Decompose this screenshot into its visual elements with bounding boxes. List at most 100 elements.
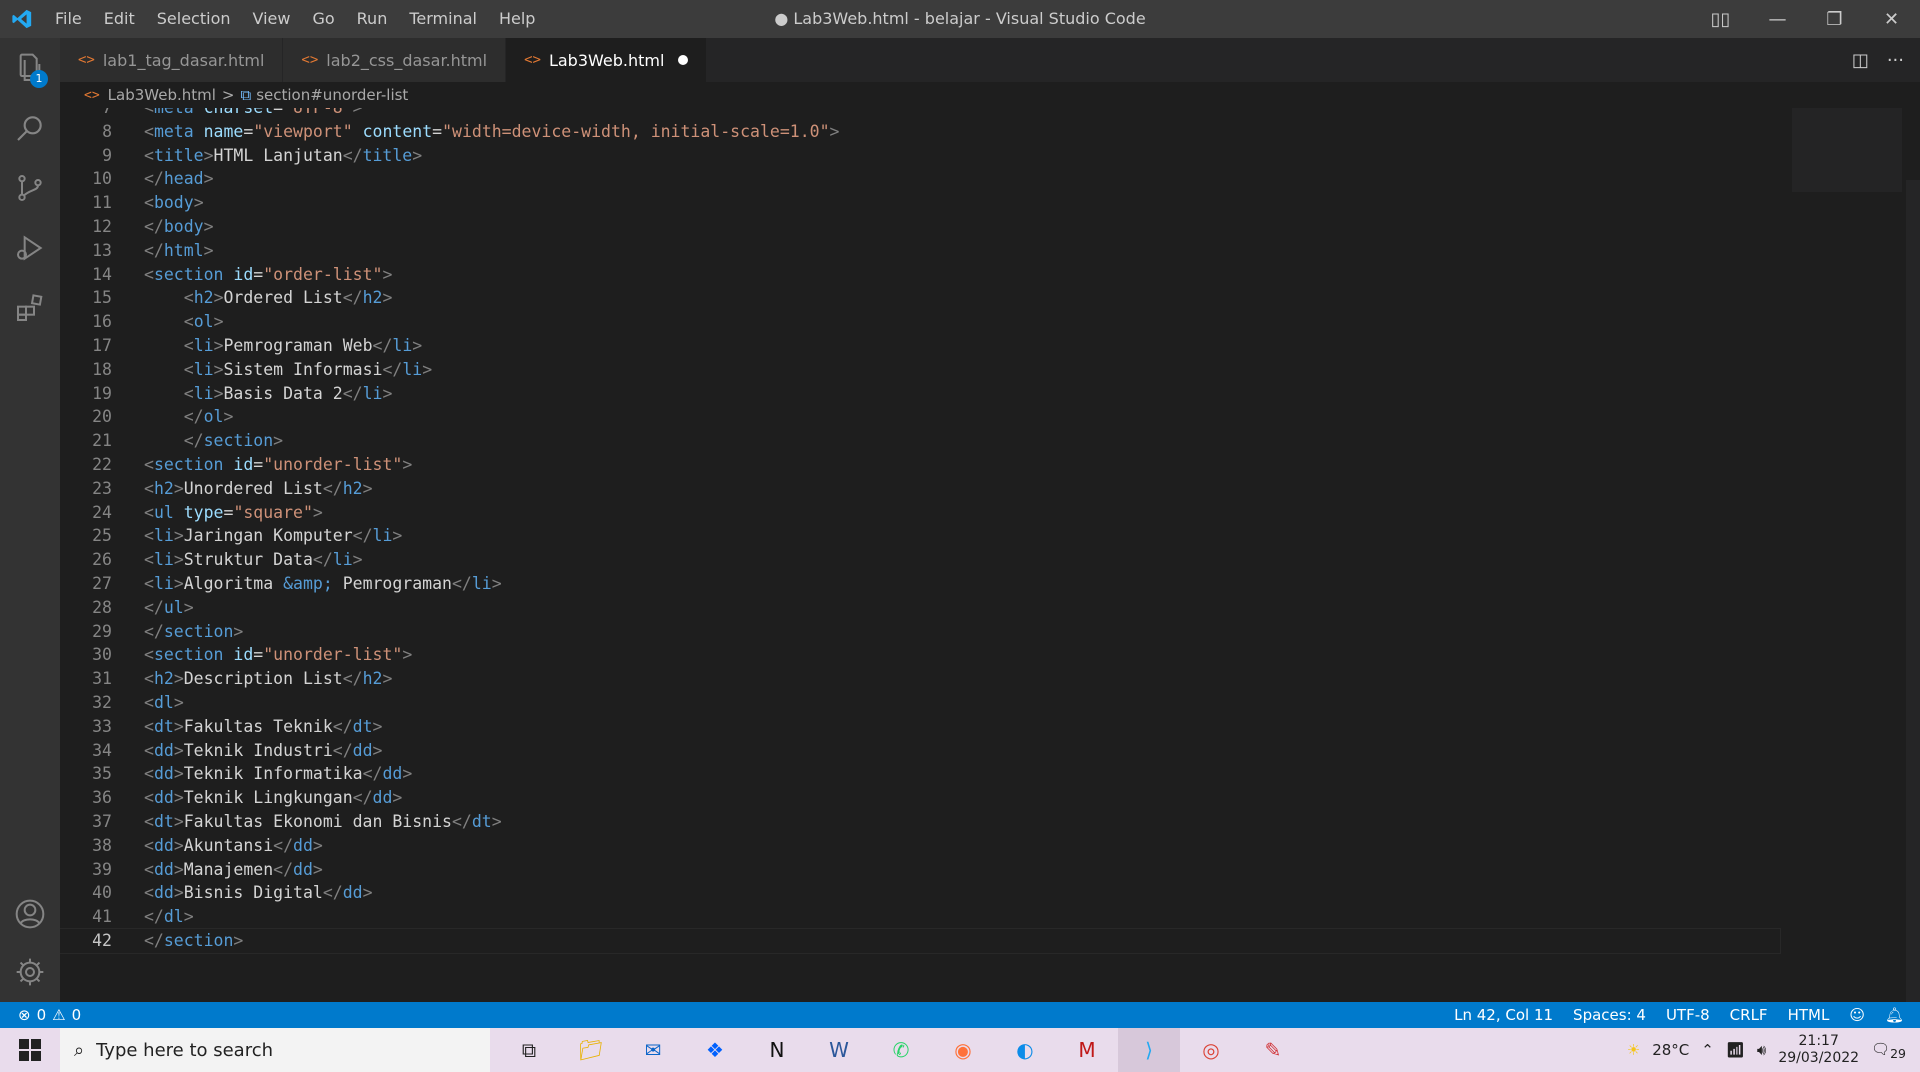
- code-line[interactable]: 7<meta charset="UTF-8">: [60, 108, 1780, 120]
- mail-icon[interactable]: ✉: [622, 1028, 684, 1072]
- menu-item-terminal[interactable]: Terminal: [398, 0, 488, 38]
- breadcrumb-file[interactable]: Lab3Web.html: [108, 86, 216, 104]
- code-line[interactable]: 17 <li>Pemrograman Web</li>: [60, 334, 1780, 358]
- tab-lab2[interactable]: <> lab2_css_dasar.html: [283, 38, 507, 82]
- file-explorer-icon[interactable]: 📁︎: [560, 1028, 622, 1072]
- code-line[interactable]: 16 <ol>: [60, 310, 1780, 334]
- notion-icon[interactable]: N: [746, 1028, 808, 1072]
- notifications-bell-icon[interactable]: 🔔︎: [1885, 1006, 1904, 1024]
- close-button[interactable]: ✕: [1863, 0, 1920, 38]
- chrome-icon[interactable]: ◎: [1180, 1028, 1242, 1072]
- edge-icon[interactable]: ◐: [994, 1028, 1056, 1072]
- code-line[interactable]: 34 <dd>Teknik Industri</dd>: [60, 739, 1780, 763]
- network-icon[interactable]: 📶︎: [1726, 1041, 1745, 1059]
- breadcrumb-symbol[interactable]: section#unorder-list: [256, 86, 408, 104]
- encoding[interactable]: UTF-8: [1666, 1006, 1710, 1024]
- code-line[interactable]: 13 </html>: [60, 239, 1780, 263]
- code-line[interactable]: 42 </section>: [60, 927, 1781, 954]
- end-of-line[interactable]: CRLF: [1730, 1006, 1768, 1024]
- code-line[interactable]: 23 <h2>Unordered List</h2>: [60, 477, 1780, 501]
- weather-icon[interactable]: ☀: [1627, 1041, 1640, 1059]
- mcafee-icon[interactable]: M: [1056, 1028, 1118, 1072]
- code-line[interactable]: 27 <li>Algoritma &amp; Pemrograman</li>: [60, 572, 1780, 596]
- code-line[interactable]: 26 <li>Struktur Data</li>: [60, 548, 1780, 572]
- code-line[interactable]: 18 <li>Sistem Informasi</li>: [60, 358, 1780, 382]
- layout-icon[interactable]: ▯▯: [1692, 0, 1749, 38]
- accounts-icon[interactable]: [0, 884, 60, 944]
- split-editor-icon[interactable]: ◫: [1852, 50, 1869, 71]
- language-mode[interactable]: HTML: [1788, 1006, 1830, 1024]
- menu-item-view[interactable]: View: [242, 0, 302, 38]
- run-debug-icon[interactable]: [0, 218, 60, 278]
- cursor-position[interactable]: Ln 42, Col 11: [1454, 1006, 1553, 1024]
- taskbar-search-box[interactable]: ⌕ Type here to search: [60, 1028, 490, 1072]
- volume-icon[interactable]: 🔊︎: [1757, 1041, 1766, 1059]
- code-line[interactable]: 31 <h2>Description List</h2>: [60, 667, 1780, 691]
- menu-item-help[interactable]: Help: [488, 0, 546, 38]
- source-control-icon[interactable]: [0, 158, 60, 218]
- explorer-icon[interactable]: 1: [0, 38, 60, 98]
- search-icon[interactable]: [0, 98, 60, 158]
- extensions-icon[interactable]: [0, 278, 60, 338]
- code-line[interactable]: 11 <body>: [60, 191, 1780, 215]
- tab-lab3web[interactable]: <> Lab3Web.html: [506, 38, 708, 82]
- code-line[interactable]: 38 <dd>Akuntansi</dd>: [60, 834, 1780, 858]
- minimize-button[interactable]: —: [1749, 0, 1806, 38]
- minimap[interactable]: [1792, 108, 1902, 192]
- task-view-icon[interactable]: ⧉: [498, 1028, 560, 1072]
- code-line[interactable]: 8 <meta name="viewport" content="width=de…: [60, 120, 1780, 144]
- code-line[interactable]: 29 </section>: [60, 620, 1780, 644]
- code-line[interactable]: 40 <dd>Bisnis Digital</dd>: [60, 881, 1780, 905]
- code-line[interactable]: 22 <section id="unorder-list">: [60, 453, 1780, 477]
- code-line[interactable]: 12 </body>: [60, 215, 1780, 239]
- code-line[interactable]: 10 </head>: [60, 167, 1780, 191]
- vertical-scrollbar[interactable]: [1906, 180, 1920, 1002]
- code-line[interactable]: 14 <section id="order-list">: [60, 263, 1780, 287]
- problems-indicator[interactable]: ⊗ 0 ⚠ 0: [0, 1006, 81, 1024]
- windows-start-icon[interactable]: [0, 1028, 60, 1072]
- code-line[interactable]: 9 <title>HTML Lanjutan</title>: [60, 144, 1780, 168]
- code-line[interactable]: 25 <li>Jaringan Komputer</li>: [60, 524, 1780, 548]
- clock[interactable]: 21:17 29/03/2022: [1778, 1033, 1859, 1067]
- restore-button[interactable]: ❐: [1806, 0, 1863, 38]
- indentation[interactable]: Spaces: 4: [1573, 1006, 1646, 1024]
- code-line[interactable]: 39 <dd>Manajemen</dd>: [60, 858, 1780, 882]
- code-line[interactable]: 19 <li>Basis Data 2</li>: [60, 382, 1780, 406]
- line-number: 33: [92, 716, 112, 736]
- code-line[interactable]: 30 <section id="unorder-list">: [60, 643, 1780, 667]
- weather-temp[interactable]: 28°C: [1652, 1041, 1689, 1059]
- feedback-icon[interactable]: ☺: [1849, 1006, 1865, 1024]
- code-line[interactable]: 20 </ol>: [60, 405, 1780, 429]
- dropbox-icon[interactable]: ❖: [684, 1028, 746, 1072]
- menu-item-go[interactable]: Go: [301, 0, 345, 38]
- menu-item-selection[interactable]: Selection: [146, 0, 242, 38]
- unsaved-dot-icon[interactable]: [678, 55, 689, 65]
- chevron-up-icon[interactable]: ⌃: [1701, 1041, 1714, 1059]
- menu-item-edit[interactable]: Edit: [93, 0, 146, 38]
- menu-item-file[interactable]: File: [44, 0, 93, 38]
- code-line[interactable]: 36 <dd>Teknik Lingkungan</dd>: [60, 786, 1780, 810]
- code-line[interactable]: 28 </ul>: [60, 596, 1780, 620]
- code-line[interactable]: 35 <dd>Teknik Informatika</dd>: [60, 762, 1780, 786]
- vscode-icon[interactable]: ⟩: [1118, 1028, 1180, 1072]
- menu-item-run[interactable]: Run: [346, 0, 399, 38]
- more-actions-icon[interactable]: ···: [1887, 50, 1904, 71]
- firefox-icon[interactable]: ◉: [932, 1028, 994, 1072]
- word-icon[interactable]: W: [808, 1028, 870, 1072]
- code-editor[interactable]: 7<meta charset="UTF-8">8<meta name="view…: [60, 108, 1920, 1002]
- tab-lab1[interactable]: <> lab1_tag_dasar.html: [60, 38, 284, 82]
- code-line[interactable]: 32 <dl>: [60, 691, 1780, 715]
- code-line[interactable]: 37 <dt>Fakultas Ekonomi dan Bisnis</dt>: [60, 810, 1780, 834]
- notification-center-icon[interactable]: 🗨︎29: [1871, 1040, 1906, 1061]
- html-file-icon: <>: [524, 52, 541, 68]
- code-line[interactable]: 15 <h2>Ordered List</h2>: [60, 286, 1780, 310]
- whatsapp-icon[interactable]: ✆: [870, 1028, 932, 1072]
- code-line[interactable]: 21 </section>: [60, 429, 1780, 453]
- code-line[interactable]: 24 <ul type="square">: [60, 501, 1780, 525]
- code-line[interactable]: 41 </dl>: [60, 905, 1780, 929]
- code-line[interactable]: 33 <dt>Fakultas Teknik</dt>: [60, 715, 1780, 739]
- warning-icon: ⚠: [52, 1006, 66, 1024]
- settings-gear-icon[interactable]: [0, 942, 60, 1002]
- line-number: 40: [92, 883, 112, 903]
- paint-icon[interactable]: ✎: [1242, 1028, 1304, 1072]
